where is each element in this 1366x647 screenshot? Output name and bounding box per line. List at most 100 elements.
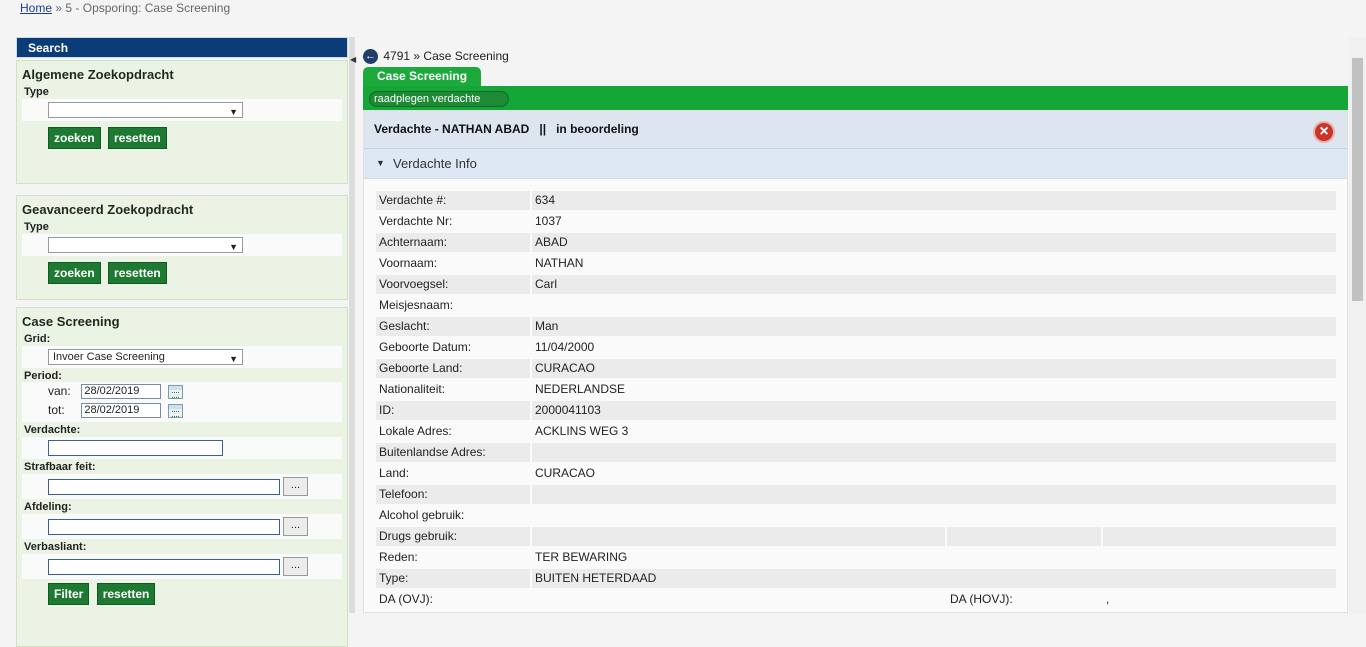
record-nav-title: Case Screening bbox=[423, 49, 509, 63]
info-row: Geslacht: Man bbox=[376, 317, 1336, 338]
field-value bbox=[532, 443, 1336, 462]
field-value: ABAD bbox=[532, 233, 1336, 252]
afdeling-lookup-button[interactable]: ... bbox=[283, 517, 308, 536]
da-row: DA (OVJ): DA (HOVJ):, bbox=[376, 590, 1336, 611]
field-value: ACKLINS WEG 3 bbox=[535, 424, 629, 438]
field-value: BUITEN HETERDAAD bbox=[532, 569, 1336, 588]
chevron-down-icon: ▼ bbox=[229, 354, 238, 364]
field-value: 1037 bbox=[535, 214, 562, 228]
subtab-bar: raadplegen verdachte bbox=[363, 86, 1348, 110]
verdachte-info-table: Verdachte #: 634 Verdachte Nr: 1037 Achterna… bbox=[376, 191, 1336, 611]
info-row: Verdachte Nr: 1037 bbox=[376, 212, 1336, 233]
da-hovj-value: , bbox=[1106, 592, 1110, 606]
vertical-scrollbar[interactable] bbox=[1349, 37, 1366, 613]
case-reset-button[interactable]: resetten bbox=[96, 583, 156, 605]
field-value bbox=[532, 506, 1336, 525]
breadcrumb-separator: » bbox=[55, 1, 63, 15]
field-value: CURACAO bbox=[532, 359, 1336, 378]
filter-button[interactable]: Filter bbox=[48, 583, 90, 605]
van-date-input[interactable]: 28/02/2019 bbox=[81, 384, 162, 400]
grid-select[interactable]: Invoer Case Screening ▼ bbox=[48, 349, 243, 365]
da-hovj-label: DA (HOVJ): bbox=[950, 592, 1013, 606]
info-row: Drugs gebruik: bbox=[376, 527, 1336, 548]
field-value: 11/04/2000 bbox=[535, 340, 595, 354]
case-screening-section: Case Screening Grid: Invoer Case Screeni… bbox=[16, 307, 348, 647]
general-search-button[interactable]: zoeken bbox=[48, 127, 101, 149]
field-label: Drugs gebruik: bbox=[376, 527, 530, 546]
da-ovj-value bbox=[532, 590, 945, 609]
subtab-raadplegen-verdachte[interactable]: raadplegen verdachte bbox=[369, 91, 510, 107]
field-label: Voorvoegsel: bbox=[376, 275, 530, 294]
afdeling-label: Afdeling: bbox=[24, 501, 72, 513]
field-value: Carl bbox=[532, 275, 1336, 294]
info-row: Meisjesnaam: bbox=[376, 296, 1336, 317]
record-navigation: ← 4791 » Case Screening bbox=[363, 47, 509, 65]
panel-splitter[interactable]: ◀ bbox=[349, 37, 356, 613]
field-value: NATHAN bbox=[535, 256, 584, 270]
field-label: Land: bbox=[379, 466, 410, 480]
detail-title: Verdachte - NATHAN ABAD || in beoordelin… bbox=[374, 122, 639, 136]
triangle-down-icon: ▼ bbox=[376, 158, 385, 168]
general-reset-button[interactable]: resetten bbox=[108, 127, 167, 149]
field-value-extra bbox=[1103, 527, 1336, 546]
field-value: NEDERLANDSE bbox=[535, 382, 626, 396]
van-label: van: bbox=[48, 384, 71, 398]
advanced-search-button[interactable]: zoeken bbox=[48, 262, 101, 284]
strafbaar-feit-input[interactable] bbox=[48, 478, 280, 495]
field-value bbox=[532, 296, 1336, 315]
field-value: 634 bbox=[532, 191, 1336, 210]
da-ovj-label: DA (OVJ): bbox=[379, 592, 434, 606]
scrollbar-thumb[interactable] bbox=[1352, 58, 1363, 301]
info-row: Geboorte Land: CURACAO bbox=[376, 359, 1336, 380]
field-value: CURACAO bbox=[535, 466, 596, 480]
verdachte-info-title: Verdachte Info bbox=[393, 156, 477, 171]
field-label: Voornaam: bbox=[379, 256, 438, 270]
info-row: Type: BUITEN HETERDAAD bbox=[376, 569, 1336, 590]
verdachte-info-toggle[interactable]: ▼ Verdachte Info bbox=[364, 149, 1347, 179]
field-label: Verdachte Nr: bbox=[379, 214, 453, 228]
detail-header: Verdachte - NATHAN ABAD || in beoordelin… bbox=[364, 111, 1347, 149]
general-type-label: Type bbox=[24, 86, 49, 98]
info-row: Alcohol gebruik: bbox=[376, 506, 1336, 527]
field-label: Reden: bbox=[379, 550, 418, 564]
afdeling-input[interactable] bbox=[48, 518, 280, 535]
verbasliant-lookup-button[interactable]: ... bbox=[283, 557, 308, 576]
verbasliant-label: Verbasliant: bbox=[24, 541, 87, 553]
general-type-select[interactable]: ▼ bbox=[48, 102, 243, 118]
calendar-icon[interactable] bbox=[167, 384, 183, 399]
close-icon[interactable]: × bbox=[1313, 121, 1335, 143]
advanced-search-title: Geavanceerd Zoekopdracht bbox=[22, 202, 194, 217]
field-label: Geboorte Datum: bbox=[379, 340, 472, 354]
field-label: Type: bbox=[376, 569, 530, 588]
advanced-type-select[interactable]: ▼ bbox=[48, 237, 243, 253]
tot-date-input[interactable]: 28/02/2019 bbox=[81, 403, 162, 419]
strafbaar-feit-lookup-button[interactable]: ... bbox=[283, 477, 308, 496]
back-arrow-icon[interactable]: ← bbox=[363, 49, 378, 65]
tab-case-screening[interactable]: Case Screening bbox=[363, 67, 482, 86]
info-row: Nationaliteit: NEDERLANDSE bbox=[376, 380, 1336, 401]
advanced-type-label: Type bbox=[24, 221, 49, 233]
advanced-reset-button[interactable]: resetten bbox=[108, 262, 167, 284]
chevron-down-icon: ▼ bbox=[229, 242, 238, 252]
field-value-extra bbox=[947, 527, 1101, 546]
calendar-icon[interactable] bbox=[167, 403, 183, 418]
search-sidebar: Search Algemene Zoekopdracht Type ▼ zoek… bbox=[16, 37, 348, 647]
info-row: Achternaam: ABAD bbox=[376, 233, 1336, 254]
breadcrumb-home-link[interactable]: Home bbox=[20, 1, 52, 15]
verbasliant-input[interactable] bbox=[48, 558, 280, 575]
tot-label: tot: bbox=[48, 403, 65, 417]
field-label: Achternaam: bbox=[376, 233, 530, 252]
grid-select-value: Invoer Case Screening bbox=[53, 351, 165, 363]
verdachte-input[interactable] bbox=[48, 440, 223, 456]
field-label: Geslacht: bbox=[376, 317, 530, 336]
field-label: Buitenlandse Adres: bbox=[376, 443, 530, 462]
breadcrumb: Home » 5 - Opsporing: Case Screening bbox=[20, 1, 230, 15]
general-search-section: Algemene Zoekopdracht Type ▼ zoeken rese… bbox=[16, 60, 348, 184]
collapse-arrow-icon[interactable]: ◀ bbox=[350, 55, 356, 64]
field-value: TER BEWARING bbox=[535, 550, 628, 564]
field-value: Man bbox=[532, 317, 1336, 336]
detail-panel: Verdachte - NATHAN ABAD || in beoordelin… bbox=[363, 110, 1348, 613]
strafbaar-feit-label: Strafbaar feit: bbox=[24, 461, 96, 473]
info-row: Geboorte Datum: 11/04/2000 bbox=[376, 338, 1336, 359]
case-screening-title: Case Screening bbox=[22, 314, 120, 329]
